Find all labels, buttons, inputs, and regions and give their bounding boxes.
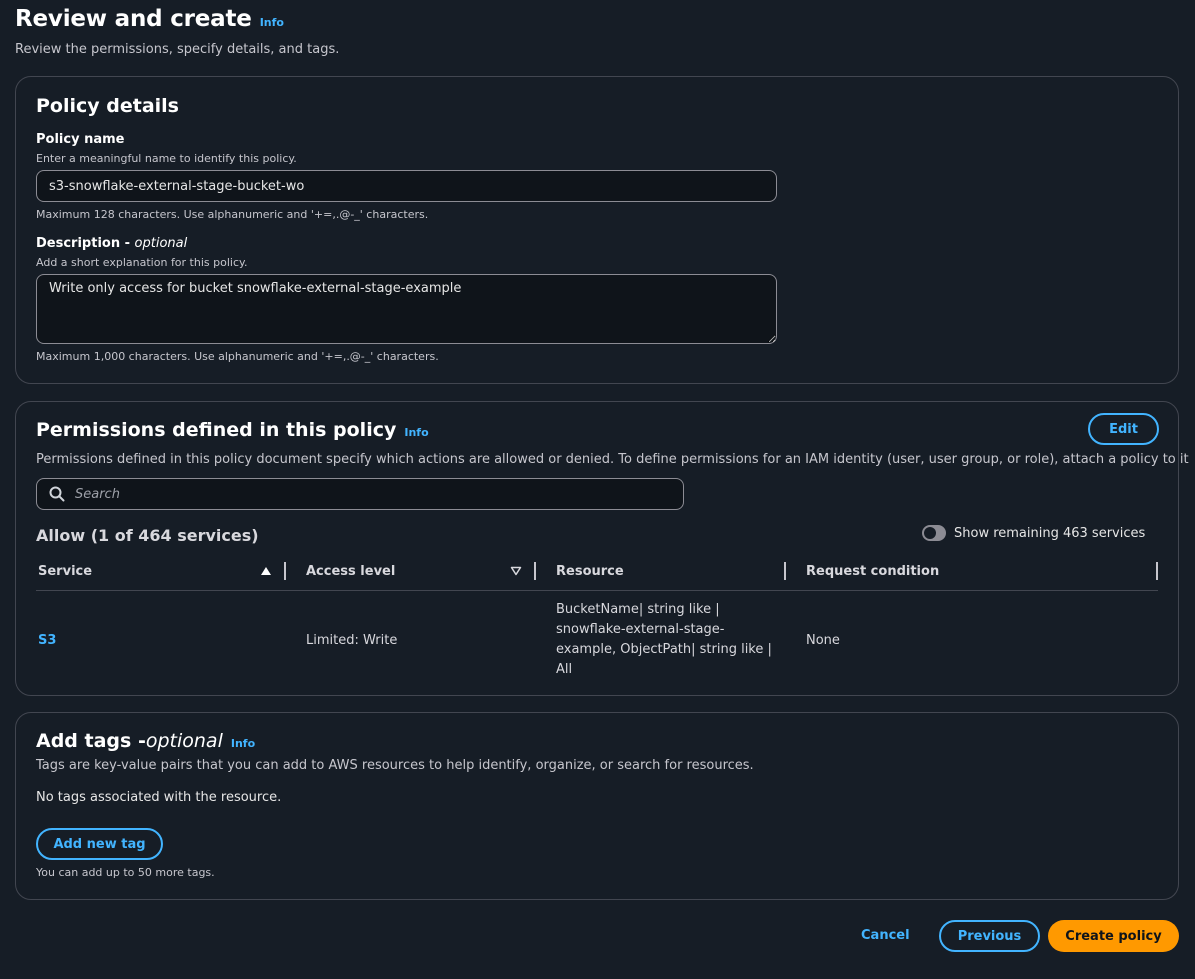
description-label: Description - optional	[36, 236, 187, 251]
tags-title: Add tags -	[36, 730, 146, 752]
search-icon	[49, 486, 65, 502]
tags-title-row: Add tags - optional Info	[36, 730, 255, 752]
column-divider[interactable]	[534, 562, 536, 580]
policy-name-label: Policy name	[36, 132, 125, 147]
sort-ascending-icon[interactable]	[260, 566, 272, 576]
policy-name-constraint: Maximum 128 characters. Use alphanumeric…	[36, 208, 429, 221]
column-divider[interactable]	[784, 562, 786, 580]
resource-line: BucketName| string like |	[556, 602, 720, 617]
resource-line: All	[556, 662, 573, 677]
tags-info-link[interactable]: Info	[231, 737, 255, 750]
permissions-title-row: Permissions defined in this policy Info	[36, 419, 429, 441]
tags-card: Add tags - optional Info Tags are key-va…	[15, 712, 1179, 900]
policy-name-hint: Enter a meaningful name to identify this…	[36, 152, 297, 165]
permissions-card: Permissions defined in this policy Info …	[15, 401, 1189, 696]
resource-line: example, ObjectPath| string like |	[556, 642, 772, 657]
page-info-link[interactable]: Info	[260, 16, 284, 29]
description-textarea[interactable]: Write only access for bucket snowflake-e…	[36, 274, 777, 344]
column-header-resource[interactable]: Resource	[556, 564, 624, 579]
add-new-tag-button[interactable]: Add new tag	[36, 828, 163, 860]
column-header-service[interactable]: Service	[38, 564, 92, 579]
access-level-cell: Limited: Write	[306, 633, 398, 648]
resource-line: snowflake-external-stage-	[556, 622, 725, 637]
table-header-divider	[36, 590, 1158, 591]
permissions-info-link[interactable]: Info	[404, 426, 428, 439]
allow-heading: Allow (1 of 464 services)	[36, 526, 259, 545]
tags-empty-text: No tags associated with the resource.	[36, 790, 282, 805]
toggle-knob	[924, 527, 936, 539]
policy-name-input[interactable]	[36, 170, 777, 202]
column-header-access-level[interactable]: Access level	[306, 564, 395, 579]
description-hint: Add a short explanation for this policy.	[36, 256, 248, 269]
permissions-title: Permissions defined in this policy	[36, 419, 397, 441]
permissions-description: Permissions defined in this policy docum…	[36, 452, 1189, 467]
policy-details-title: Policy details	[36, 95, 179, 117]
previous-button[interactable]: Previous	[939, 920, 1040, 952]
description-optional: optional	[134, 236, 188, 251]
column-header-request-condition[interactable]: Request condition	[806, 564, 939, 579]
service-link-s3[interactable]: S3	[38, 631, 56, 651]
permissions-search[interactable]	[36, 478, 684, 510]
toggle-label: Show remaining 463 services	[954, 525, 1146, 541]
show-remaining-toggle[interactable]: Show remaining 463 services	[922, 525, 1145, 541]
tags-limit-hint: You can add up to 50 more tags.	[36, 866, 215, 879]
page-subtitle: Review the permissions, specify details,…	[15, 42, 340, 57]
column-divider[interactable]	[1156, 562, 1158, 580]
search-input[interactable]	[73, 485, 653, 503]
description-constraint: Maximum 1,000 characters. Use alphanumer…	[36, 350, 439, 363]
create-policy-button[interactable]: Create policy	[1048, 920, 1179, 952]
page-header: Review and create Info	[15, 6, 284, 32]
page: Review and create Info Review the permis…	[0, 0, 1195, 979]
request-condition-cell: None	[806, 633, 840, 648]
tags-optional: optional	[145, 730, 223, 752]
sort-descending-icon[interactable]	[510, 566, 522, 576]
page-title: Review and create	[15, 6, 252, 32]
description-label-text: Description -	[36, 236, 135, 251]
toggle-switch[interactable]	[922, 525, 946, 541]
cancel-button[interactable]: Cancel	[855, 927, 916, 944]
policy-details-card: Policy details Policy name Enter a meani…	[15, 76, 1179, 384]
column-divider[interactable]	[284, 562, 286, 580]
resource-cell: BucketName| string like | snowflake-exte…	[556, 600, 781, 680]
edit-permissions-button[interactable]: Edit	[1088, 413, 1159, 445]
tags-description: Tags are key-value pairs that you can ad…	[36, 758, 754, 773]
